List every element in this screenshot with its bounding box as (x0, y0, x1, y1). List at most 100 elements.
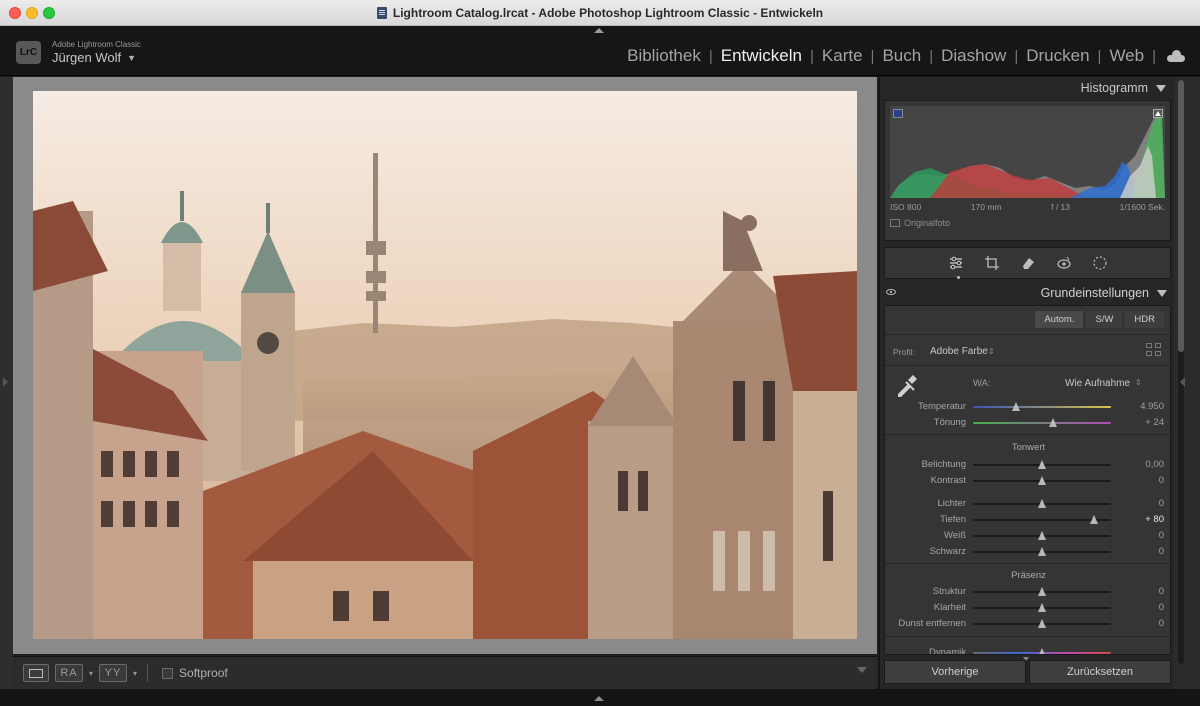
zoom-window-button[interactable] (43, 7, 55, 19)
dehaze-slider-thumb[interactable] (1038, 619, 1046, 628)
eraser-icon[interactable] (1020, 255, 1036, 271)
slider-label: Schwarz (929, 546, 966, 557)
profile-select[interactable]: Adobe Farbe (930, 346, 988, 357)
highlights-value[interactable]: 0 (1159, 498, 1164, 509)
before-after-swap-button[interactable]: YY (99, 664, 128, 682)
mask-icon[interactable] (1092, 255, 1108, 271)
contrast-slider-track[interactable] (973, 476, 1111, 485)
contrast-slider-thumb[interactable] (1038, 476, 1046, 485)
histogram-header[interactable]: Histogramm (880, 77, 1174, 99)
module-karte[interactable]: Karte (814, 46, 871, 66)
cloud-icon[interactable] (1166, 50, 1186, 62)
clarity-slider-row: Klarheit 0 (885, 601, 1170, 615)
right-panel-toggle-arrow[interactable] (1180, 377, 1185, 387)
blacks-slider-thumb[interactable] (1038, 547, 1046, 556)
texture-slider-thumb[interactable] (1038, 587, 1046, 596)
module-drucken[interactable]: Drucken (1018, 46, 1097, 66)
highlights-slider-thumb[interactable] (1038, 499, 1046, 508)
module-picker: Bibliothek | Entwickeln | Karte | Buch |… (619, 46, 1186, 66)
document-icon (376, 6, 387, 19)
eye-icon[interactable] (886, 289, 896, 295)
before-after-swap-caret[interactable]: ▾ (133, 669, 137, 678)
clarity-value[interactable]: 0 (1159, 602, 1164, 613)
blacks-slider-track[interactable] (973, 547, 1111, 556)
exposure-slider-track[interactable] (973, 460, 1111, 469)
bottom-panel-toggle-arrow[interactable] (594, 696, 604, 701)
dehaze-value[interactable]: 0 (1159, 618, 1164, 629)
histogram-title: Histogramm (1080, 81, 1148, 95)
crop-icon[interactable] (984, 255, 1000, 271)
softproof-checkbox[interactable] (162, 667, 174, 679)
updown-arrows-icon: ⇕ (1135, 378, 1142, 387)
vibrance-slider-track[interactable] (973, 648, 1111, 654)
tint-slider-thumb[interactable] (1049, 418, 1058, 427)
tint-slider-track[interactable] (973, 418, 1111, 427)
reset-button[interactable]: Zurücksetzen (1029, 660, 1171, 684)
module-web[interactable]: Web (1101, 46, 1152, 66)
before-after-lr-button[interactable]: RA (55, 664, 83, 682)
tint-value[interactable]: + 24 (1145, 417, 1164, 428)
original-photo-checkbox[interactable] (890, 219, 900, 227)
module-bibliothek[interactable]: Bibliothek (619, 46, 709, 66)
wb-label: WA: (973, 378, 991, 389)
exposure-slider-thumb[interactable] (1038, 460, 1046, 469)
dehaze-slider-track[interactable] (973, 619, 1111, 628)
profile-label: Profil: (893, 347, 915, 357)
lrc-logo: LrC (16, 41, 41, 64)
right-panel-scroll-thumb[interactable] (1178, 80, 1184, 352)
module-entwickeln[interactable]: Entwickeln (713, 46, 810, 66)
temperature-value[interactable]: 4.950 (1140, 401, 1164, 412)
identity-user-menu[interactable]: Jürgen Wolf ▼ (52, 50, 136, 65)
original-photo-toggle[interactable]: Originalfoto (890, 218, 950, 228)
slider-label: Dunst entfernen (898, 618, 966, 629)
highlights-slider-track[interactable] (973, 499, 1111, 508)
treatment-buttons: Autom. S/W HDR (1035, 311, 1164, 328)
minimize-window-button[interactable] (26, 7, 38, 19)
previous-button[interactable]: Vorherige (884, 660, 1026, 684)
shadow-clipping-indicator[interactable] (893, 109, 903, 118)
histogram-graph[interactable] (890, 106, 1165, 198)
sliders-icon[interactable] (948, 255, 964, 271)
clarity-slider-thumb[interactable] (1038, 603, 1046, 612)
blacks-value[interactable]: 0 (1159, 546, 1164, 557)
vibrance-slider-row: Dynamik (885, 646, 1170, 654)
whites-slider-thumb[interactable] (1038, 531, 1046, 540)
section-divider (885, 434, 1170, 435)
texture-value[interactable]: 0 (1159, 586, 1164, 597)
texture-slider-track[interactable] (973, 587, 1111, 596)
photo-preview[interactable] (33, 91, 857, 639)
shadows-value[interactable]: + 80 (1145, 514, 1164, 525)
redeye-icon[interactable] (1056, 255, 1072, 271)
module-buch[interactable]: Buch (874, 46, 929, 66)
left-panel-toggle-arrow[interactable] (3, 377, 8, 387)
shadows-slider-thumb[interactable] (1090, 515, 1099, 524)
highlight-clipping-indicator[interactable] (1153, 109, 1163, 118)
exposure-value[interactable]: 0,00 (1146, 459, 1165, 470)
temperature-slider-track[interactable] (973, 402, 1111, 411)
basic-panel-header[interactable]: Grundeinstellungen (880, 282, 1175, 304)
top-panel-toggle-arrow[interactable] (594, 28, 604, 33)
texture-slider-row: Struktur 0 (885, 585, 1170, 599)
toolbar-content-menu-arrow[interactable] (857, 667, 867, 673)
hdr-button[interactable]: HDR (1125, 311, 1164, 328)
identity-app-name: Adobe Lightroom Classic (52, 40, 141, 49)
close-window-button[interactable] (9, 7, 21, 19)
module-diashow[interactable]: Diashow (933, 46, 1014, 66)
wb-preset-select[interactable]: Wie Aufnahme (1065, 378, 1130, 389)
window-title: Lightroom Catalog.lrcat - Adobe Photosho… (392, 5, 824, 20)
loupe-view-button[interactable] (23, 664, 49, 682)
clarity-slider-track[interactable] (973, 603, 1111, 612)
contrast-value[interactable]: 0 (1159, 475, 1164, 486)
whites-value[interactable]: 0 (1159, 530, 1164, 541)
vibrance-slider-thumb[interactable] (1038, 648, 1046, 654)
profile-browser-grid-icon[interactable] (1146, 343, 1162, 357)
temperature-slider-thumb[interactable] (1011, 402, 1020, 411)
eyedropper-icon[interactable] (893, 372, 919, 398)
bw-button[interactable]: S/W (1086, 311, 1123, 328)
exif-shutter: 1/1600 Sek. (1119, 202, 1165, 212)
before-after-lr-caret[interactable]: ▾ (89, 669, 93, 678)
auto-button[interactable]: Autom. (1035, 311, 1084, 328)
whites-slider-track[interactable] (973, 531, 1111, 540)
shadows-slider-track[interactable] (973, 515, 1111, 524)
contrast-slider-row: Kontrast 0 (885, 474, 1170, 488)
